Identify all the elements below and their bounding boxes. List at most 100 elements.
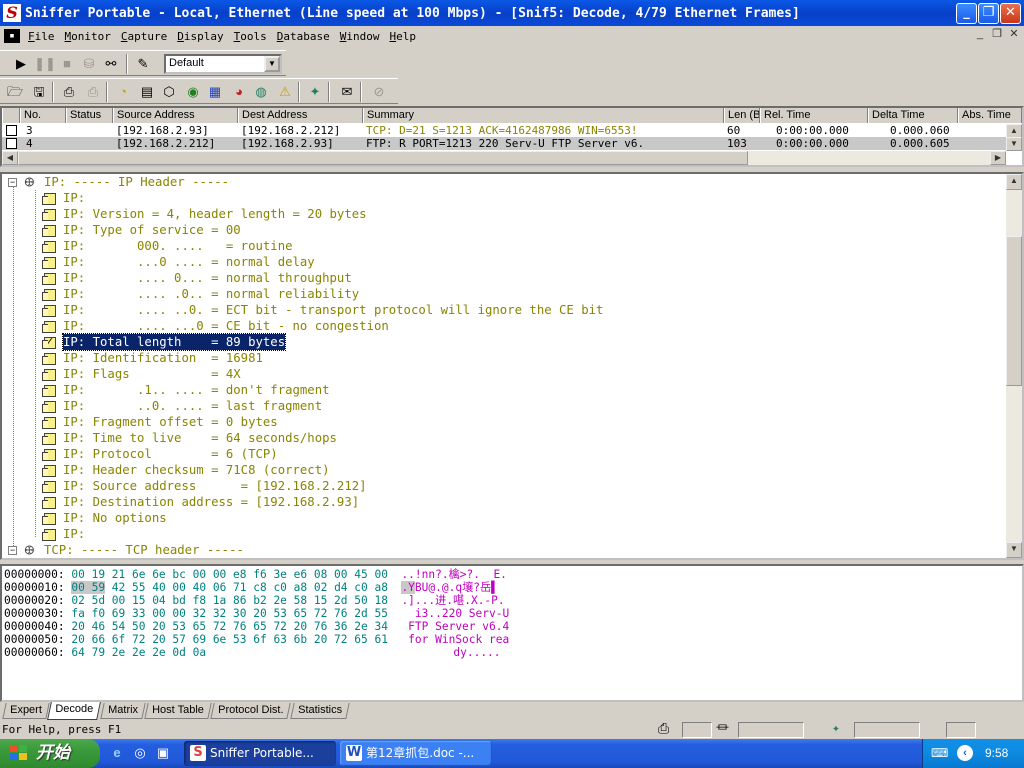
tab-matrix[interactable]: Matrix (100, 703, 146, 719)
open-folder-icon[interactable]: 🗁 (4, 82, 26, 102)
internet-explorer-icon[interactable]: e (108, 744, 126, 762)
menu-file[interactable]: File (24, 30, 61, 43)
tab-statistics[interactable]: Statistics (290, 703, 350, 719)
column-header-dest-address[interactable]: Dest Address (238, 108, 363, 123)
protocol-distribution-icon[interactable]: ◕ (228, 82, 250, 102)
decode-line[interactable]: TCP: ----- TCP header ----- (44, 542, 244, 558)
decode-line[interactable]: IP: Version = 4, header length = 20 byte… (63, 206, 367, 222)
scroll-left-icon[interactable]: ◀ (2, 151, 18, 165)
column-header-abs-time[interactable]: Abs. Time (958, 108, 1022, 123)
decode-line[interactable]: IP: ...0 .... = normal delay (63, 254, 315, 270)
media-icon[interactable]: ◎ (131, 744, 149, 762)
decode-line[interactable]: IP: Type of service = 00 (63, 222, 241, 238)
tab-decode[interactable]: Decode (47, 702, 101, 720)
close-button[interactable]: ✕ (1000, 3, 1021, 24)
scroll-up-icon[interactable]: ▲ (1006, 174, 1022, 190)
hex-line[interactable]: 00000030: fa f0 69 33 00 00 32 32 30 20 … (4, 607, 509, 620)
horizontal-scrollbar[interactable]: ◀ ▶ (2, 151, 1006, 165)
scroll-down-icon[interactable]: ▼ (1006, 542, 1022, 558)
decode-line[interactable]: IP: Destination address = [192.168.2.93] (63, 494, 359, 510)
hex-line[interactable]: 00000060: 64 79 2e 2e 2e 0d 0a dy..... (4, 646, 501, 659)
menu-display[interactable]: Display (173, 30, 229, 43)
collapse-icon[interactable]: − (8, 546, 17, 555)
mdi-restore-button[interactable]: ❐ (989, 28, 1005, 42)
stop-and-display-icon[interactable]: ⛁ (78, 54, 100, 74)
column-header-check[interactable] (2, 108, 20, 123)
column-header-source-address[interactable]: Source Address (113, 108, 238, 123)
dashboard-icon[interactable]: ◔ (112, 82, 134, 102)
menu-monitor[interactable]: Monitor (61, 30, 117, 43)
keyboard-icon[interactable]: ⌨ (931, 747, 948, 759)
table-row-selected[interactable]: 4 [192.168.2.212] [192.168.2.93] FTP: R … (2, 137, 1008, 150)
task-sniffer-portable[interactable]: S Sniffer Portable... (184, 741, 336, 766)
document-menu-icon[interactable]: ▪ (4, 29, 20, 43)
hex-line[interactable]: 00000020: 02 5d 00 15 04 bd f8 1a 86 b2 … (4, 594, 505, 607)
decode-line[interactable]: IP: Header checksum = 71C8 (correct) (63, 462, 330, 478)
alarm-log-icon[interactable]: ⚠ (274, 82, 296, 102)
menu-help[interactable]: Help (385, 30, 422, 43)
decode-line[interactable]: IP: .1.. .... = don't fragment (63, 382, 330, 398)
start-capture-icon[interactable]: ▶ (10, 54, 32, 74)
packet-generator-icon[interactable]: ✉ (336, 82, 358, 102)
hex-line[interactable]: 00000040: 20 46 54 50 20 53 65 72 76 65 … (4, 620, 509, 633)
menu-window[interactable]: Window (336, 30, 386, 43)
decode-line[interactable]: IP: .... ..0. = ECT bit - transport prot… (63, 302, 603, 318)
chevron-left-icon[interactable]: ‹ (957, 745, 973, 761)
decode-line[interactable]: IP: (63, 526, 85, 542)
menu-database[interactable]: Database (273, 30, 336, 43)
mdi-close-button[interactable]: ✕ (1006, 28, 1022, 42)
tab-host-table[interactable]: Host Table (144, 703, 212, 719)
title-bar[interactable]: S Sniffer Portable - Local, Ethernet (Li… (0, 0, 1024, 26)
decode-line-selected[interactable]: IP: Total length = 89 bytes (61, 333, 287, 351)
table-row[interactable]: 3 [192.168.2.93] [192.168.2.212] TCP: D=… (2, 124, 1008, 137)
scroll-right-icon[interactable]: ▶ (990, 151, 1006, 165)
decode-line[interactable]: IP: Time to live = 64 seconds/hops (63, 430, 337, 446)
clock[interactable]: 9:58 (985, 739, 1008, 768)
hex-bytes-selected[interactable]: 00 59 (71, 581, 106, 594)
app-icon[interactable]: S (3, 4, 21, 22)
matrix-icon[interactable]: ⬡ (158, 82, 180, 102)
menu-capture[interactable]: Capture (117, 30, 173, 43)
decode-line[interactable]: IP: .... 0... = normal throughput (63, 270, 352, 286)
task-word-document[interactable]: W 第12章抓包.doc -... (340, 741, 492, 766)
save-icon[interactable]: 🖫 (28, 82, 50, 102)
packet-list[interactable]: No. Status Source Address Dest Address S… (0, 106, 1024, 167)
show-desktop-icon[interactable]: ▣ (154, 744, 172, 762)
tab-expert[interactable]: Expert (2, 703, 50, 719)
decode-line[interactable]: IP: Fragment offset = 0 bytes (63, 414, 278, 430)
column-header-rel-time[interactable]: Rel. Time (760, 108, 868, 123)
row-checkbox[interactable] (6, 138, 17, 149)
binoculars-icon[interactable]: ⚯ (100, 54, 122, 74)
global-statistics-icon[interactable]: ◍ (250, 82, 272, 102)
application-response-icon[interactable]: ◉ (182, 82, 204, 102)
address-book-icon[interactable]: ✦ (304, 82, 326, 102)
decode-line[interactable]: IP: No options (63, 510, 167, 526)
column-header-summary[interactable]: Summary (363, 108, 724, 123)
decode-line[interactable]: IP: 000. .... = routine (63, 238, 293, 254)
hex-ascii-selected[interactable]: .Y (401, 581, 415, 594)
host-table-icon[interactable]: ▤ (136, 82, 158, 102)
hex-line[interactable]: 00000000: 00 19 21 6e 6e bc 00 00 e8 f6 … (4, 568, 507, 581)
scroll-thumb[interactable] (1006, 236, 1022, 386)
collapse-icon[interactable]: − (8, 178, 17, 187)
hex-line[interactable]: 00000010: 00 59 42 55 40 00 40 06 71 c8 … (4, 581, 498, 594)
decode-line[interactable]: IP: Identification = 16981 (63, 350, 263, 366)
decode-line[interactable]: IP: ..0. .... = last fragment (63, 398, 322, 414)
define-filter-icon[interactable]: ✎ (132, 54, 154, 74)
decode-line[interactable]: IP: Protocol = 6 (TCP) (63, 446, 278, 462)
mdi-minimize-button[interactable]: _ (972, 28, 988, 42)
column-header-length[interactable]: Len (B (724, 108, 760, 123)
decode-line[interactable]: IP: (63, 190, 85, 206)
history-samples-icon[interactable]: ▦ (204, 82, 226, 102)
decode-line[interactable]: IP: ----- IP Header ----- (44, 174, 229, 190)
decode-line[interactable]: IP: Flags = 4X (63, 366, 241, 382)
decode-line[interactable]: IP: .... ...0 = CE bit - no congestion (63, 318, 389, 334)
decode-tree[interactable]: − 𐃏 IP: ----- IP Header ----- IP: IP: Ve… (0, 172, 1024, 560)
restore-button[interactable]: ❐ (978, 3, 999, 24)
scroll-up-icon[interactable]: ▲ (1006, 124, 1022, 138)
hex-line[interactable]: 00000050: 20 66 6f 72 20 57 69 6e 53 6f … (4, 633, 509, 646)
decode-line[interactable]: IP: .... .0.. = normal reliability (63, 286, 359, 302)
tab-protocol-dist[interactable]: Protocol Dist. (210, 703, 292, 719)
row-checkbox[interactable] (6, 125, 17, 136)
start-button[interactable]: 开始 (0, 739, 100, 768)
